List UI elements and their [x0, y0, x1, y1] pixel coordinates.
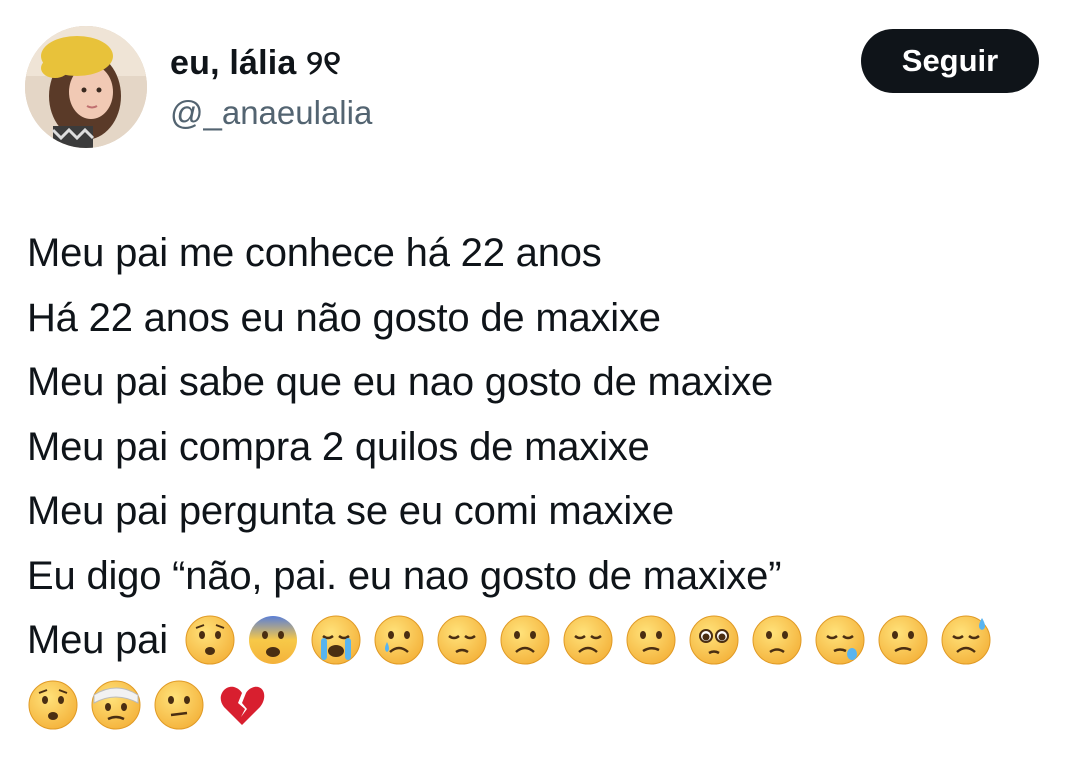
pensive-face-icon	[436, 614, 488, 666]
pleading-face-icon	[688, 614, 740, 666]
tweet-line-emojis: Meu pai	[27, 608, 1067, 673]
face-with-head-bandage-icon	[90, 679, 142, 731]
worried-face-icon	[184, 614, 236, 666]
author-display-name[interactable]: eu, lália ୨୧	[170, 44, 341, 83]
avatar[interactable]	[25, 26, 147, 148]
frowning-face-icon	[499, 614, 551, 666]
tweet-line: Meu pai pergunta se eu comi maxixe	[27, 489, 674, 533]
tweet-line-emojis-2	[27, 673, 1067, 738]
slightly-frowning-face-icon	[751, 614, 803, 666]
author-handle[interactable]: @_anaeulalia	[170, 94, 372, 132]
broken-heart-icon	[216, 679, 268, 731]
tweet-line-lead: Meu pai	[27, 618, 168, 662]
tweet-line: Eu digo “não, pai. eu nao gosto de maxix…	[27, 553, 782, 598]
tweet-text: Meu pai me conhece há 22 anos Há 22 anos…	[27, 221, 1067, 737]
fearful-face-icon	[247, 614, 299, 666]
follow-button[interactable]: Seguir	[861, 29, 1039, 93]
avatar-image	[25, 26, 147, 148]
tweet-line: Meu pai me conhece há 22 anos	[27, 231, 602, 275]
confused-face-icon	[625, 614, 677, 666]
tweet-line: Há 22 anos eu não gosto de maxixe	[27, 295, 661, 340]
tweet-line: Meu pai compra 2 quilos de maxixe	[27, 424, 650, 469]
emoji-row	[27, 679, 279, 731]
tweet-line: Meu pai sabe que eu nao gosto de maxixe	[27, 360, 774, 404]
crying-face-icon	[373, 614, 425, 666]
loudly-crying-face-icon	[310, 614, 362, 666]
face-with-diagonal-mouth-icon	[153, 679, 205, 731]
confused-face-icon	[877, 614, 929, 666]
worried-face-icon	[27, 679, 79, 731]
sleepy-face-icon	[814, 614, 866, 666]
disappointed-face-icon	[562, 614, 614, 666]
downcast-face-with-sweat-icon	[940, 614, 992, 666]
emoji-row	[184, 614, 1003, 666]
